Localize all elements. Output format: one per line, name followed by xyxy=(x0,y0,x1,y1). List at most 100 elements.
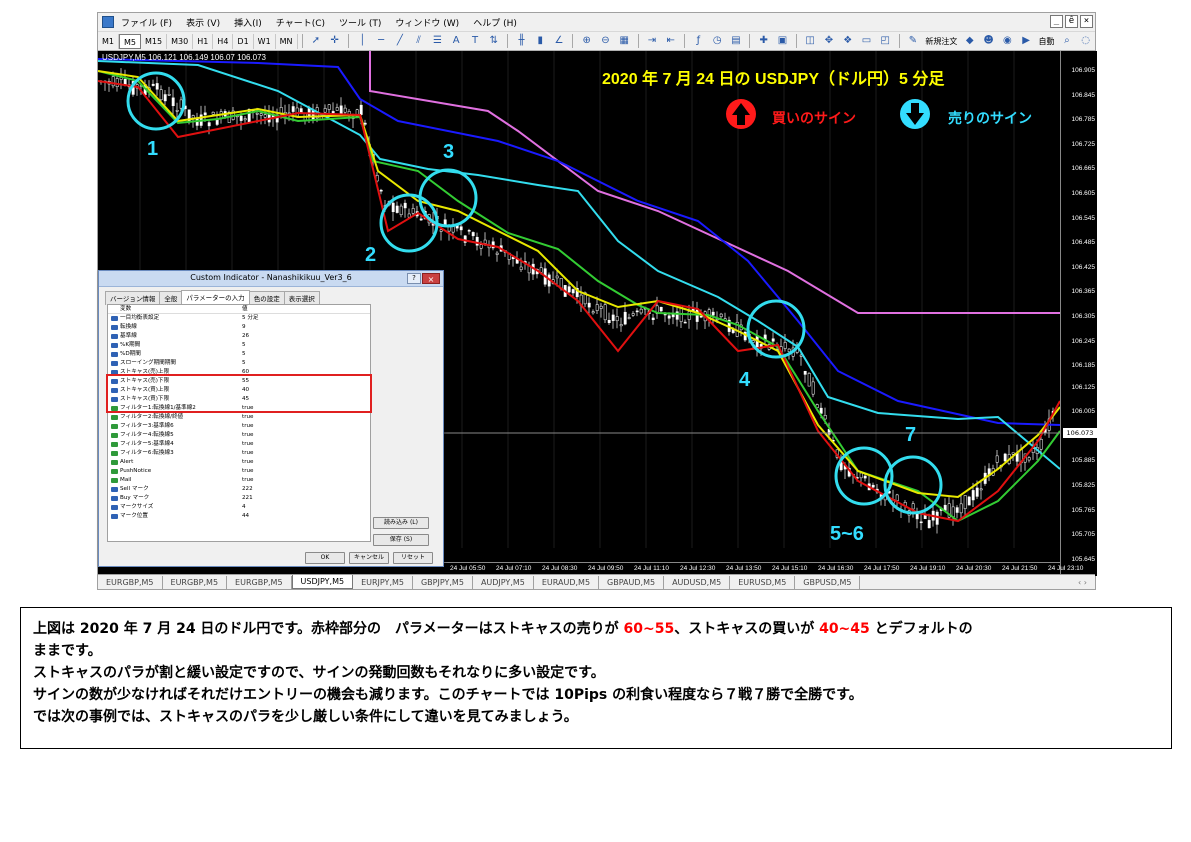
zoom-out-icon[interactable]: ⊖ xyxy=(599,34,612,48)
cursor-icon[interactable]: ➚ xyxy=(309,34,322,48)
new-order-button[interactable]: 新規注文 xyxy=(925,36,957,47)
parameter-value[interactable]: 5 xyxy=(242,350,246,359)
chart-tab[interactable]: GBPAUD,M5 xyxy=(599,575,665,589)
chart-tab[interactable]: EURUSD,M5 xyxy=(730,575,796,589)
auto-trading-icon[interactable]: ▶ xyxy=(1020,34,1033,48)
menu-chart[interactable]: チャート(C) xyxy=(269,16,332,29)
parameter-value[interactable]: 221 xyxy=(242,494,253,503)
chat-icon[interactable]: ◌ xyxy=(1079,34,1092,48)
vertical-line-icon[interactable]: │ xyxy=(356,34,369,48)
timeframe-m15[interactable]: M15 xyxy=(141,33,168,49)
parameter-value[interactable]: 26 xyxy=(242,332,249,341)
terminal-icon[interactable]: ▭ xyxy=(860,34,873,48)
parameter-row[interactable]: マーク位置 44 xyxy=(108,512,370,521)
parameter-row[interactable]: フィルター6:転換線3 true xyxy=(108,449,370,458)
menu-tools[interactable]: ツール (T) xyxy=(332,16,388,29)
tab-visualization[interactable]: 表示選択 xyxy=(283,291,320,305)
metaeditor-icon[interactable]: ◆ xyxy=(963,34,976,48)
dialog-close-button[interactable]: × xyxy=(422,273,440,284)
chart-tab[interactable]: GBPUSD,M5 xyxy=(795,575,861,589)
trendline-icon[interactable]: ╱ xyxy=(393,34,406,48)
parameter-row[interactable]: スローイング期間期間 5 xyxy=(108,359,370,368)
chart-tab[interactable]: EURAUD,M5 xyxy=(534,575,600,589)
parameter-value[interactable]: 5 xyxy=(242,341,246,350)
globe-icon[interactable]: ◉ xyxy=(1001,34,1014,48)
parameter-row[interactable]: 一目均衡表設定 5 分足 xyxy=(108,314,370,323)
chart-tab[interactable]: GBPJPY,M5 xyxy=(413,575,473,589)
navigator-icon[interactable]: ✥ xyxy=(823,34,836,48)
timeframe-mn[interactable]: MN xyxy=(276,33,298,49)
parameter-value[interactable]: true xyxy=(242,476,253,485)
chart-tab[interactable]: EURGBP,M5 xyxy=(98,575,163,589)
chart-tab[interactable]: AUDUSD,M5 xyxy=(664,575,731,589)
auto-trading-button[interactable]: 自動 xyxy=(1038,36,1054,47)
parameter-row[interactable]: フィルター3:基準線6 true xyxy=(108,422,370,431)
chart-tab[interactable]: EURGBP,M5 xyxy=(227,575,292,589)
tab-colors[interactable]: 色の設定 xyxy=(248,291,285,305)
parameter-value[interactable]: true xyxy=(242,458,253,467)
tester-icon[interactable]: ◰ xyxy=(879,34,892,48)
parameter-row[interactable]: Mail true xyxy=(108,476,370,485)
restore-button[interactable]: ê xyxy=(1065,15,1078,28)
save-button[interactable]: 保存 (S) xyxy=(373,534,429,546)
menu-insert[interactable]: 挿入(I) xyxy=(227,16,269,29)
fibonacci-icon[interactable]: ☰ xyxy=(431,34,444,48)
text-label-icon[interactable]: T xyxy=(469,34,482,48)
tab-scroll-arrows[interactable]: ‹ › xyxy=(1078,578,1087,587)
parameter-value[interactable]: 222 xyxy=(242,485,253,494)
text-icon[interactable]: A xyxy=(450,34,463,48)
market-watch-icon[interactable]: ◫ xyxy=(804,34,817,48)
menu-window[interactable]: ウィンドウ (W) xyxy=(388,16,466,29)
zoom-in-icon[interactable]: ⊕ xyxy=(580,34,593,48)
parameter-row[interactable]: マークサイズ 4 xyxy=(108,503,370,512)
templates-icon[interactable]: ▤ xyxy=(730,34,743,48)
channel-icon[interactable]: ⫽ xyxy=(412,34,425,48)
horizontal-line-icon[interactable]: ─ xyxy=(375,34,388,48)
chart-tab[interactable]: EURGBP,M5 xyxy=(163,575,228,589)
periods-icon[interactable]: ◷ xyxy=(711,34,724,48)
parameter-value[interactable]: true xyxy=(242,440,253,449)
parameter-value[interactable]: true xyxy=(242,431,253,440)
menu-help[interactable]: ヘルプ (H) xyxy=(466,16,524,29)
parameter-row[interactable]: Buy マーク 221 xyxy=(108,494,370,503)
menu-view[interactable]: 表示 (V) xyxy=(179,16,227,29)
parameter-row[interactable]: 転換線 9 xyxy=(108,323,370,332)
ok-button[interactable]: OK xyxy=(305,552,345,564)
candlestick-icon[interactable]: ▮ xyxy=(534,34,547,48)
parameter-row[interactable]: Alert true xyxy=(108,458,370,467)
help-button[interactable]: ? xyxy=(407,273,421,284)
parameter-value[interactable]: true xyxy=(242,467,253,476)
parameter-row[interactable]: PushNotice true xyxy=(108,467,370,476)
parameter-value[interactable]: 5 xyxy=(242,359,246,368)
parameter-value[interactable]: 44 xyxy=(242,512,249,521)
line-chart-icon[interactable]: ∠ xyxy=(553,34,566,48)
data-window-icon[interactable]: ❖ xyxy=(841,34,854,48)
parameter-row[interactable]: フィルター5:基準線4 true xyxy=(108,440,370,449)
parameter-row[interactable]: %D期間 5 xyxy=(108,350,370,359)
chart-tab[interactable]: AUDJPY,M5 xyxy=(473,575,534,589)
parameter-row[interactable]: 基準線 26 xyxy=(108,332,370,341)
timeframe-m30[interactable]: M30 xyxy=(167,33,194,49)
close-button[interactable]: × xyxy=(1080,15,1093,28)
tile-windows-icon[interactable]: ▦ xyxy=(618,34,631,48)
timeframe-m1[interactable]: M1 xyxy=(98,33,119,49)
parameter-value[interactable]: true xyxy=(242,449,253,458)
timeframe-h1[interactable]: H1 xyxy=(193,33,214,49)
timeframe-m5[interactable]: M5 xyxy=(119,33,141,49)
tab-version-info[interactable]: バージョン情報 xyxy=(105,291,161,305)
new-chart-icon[interactable]: ✚ xyxy=(757,34,770,48)
timeframe-d1[interactable]: D1 xyxy=(233,33,254,49)
arrows-icon[interactable]: ⇅ xyxy=(487,34,500,48)
parameter-row[interactable]: フィルター2:転換線/終値 true xyxy=(108,413,370,422)
profiles-icon[interactable]: ▣ xyxy=(776,34,789,48)
parameter-value[interactable]: 9 xyxy=(242,323,246,332)
tab-input-parameters[interactable]: パラメーターの入力 xyxy=(181,290,250,304)
tab-general[interactable]: 全般 xyxy=(159,291,183,305)
timeframe-w1[interactable]: W1 xyxy=(254,33,276,49)
autoscroll-icon[interactable]: ⇥ xyxy=(646,34,659,48)
indicators-icon[interactable]: ƒ xyxy=(692,34,705,48)
parameter-row[interactable]: %K期間 5 xyxy=(108,341,370,350)
timeframe-h4[interactable]: H4 xyxy=(213,33,234,49)
cancel-button[interactable]: キャンセル xyxy=(349,552,389,564)
parameter-row[interactable]: フィルター4:転換線5 true xyxy=(108,431,370,440)
